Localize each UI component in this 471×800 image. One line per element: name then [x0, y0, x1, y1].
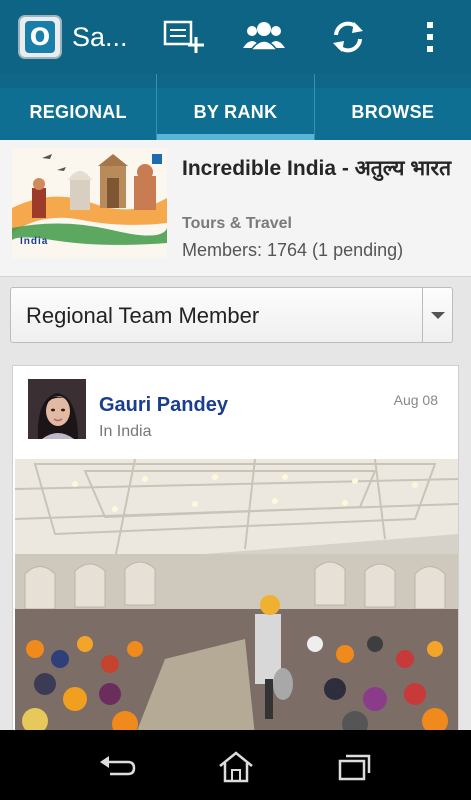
tab-regional[interactable]: REGIONAL [0, 74, 156, 140]
group-header[interactable]: India Incredible India - अतुल्य भारत Tou… [0, 140, 471, 277]
chevron-down-icon[interactable] [422, 288, 452, 342]
group-members-count: Members: 1764 (1 pending) [182, 240, 404, 260]
add-photo-icon[interactable] [160, 14, 208, 60]
rank-filter-dropdown[interactable]: Regional Team Member [10, 287, 453, 343]
post-author[interactable]: Gauri Pandey [99, 394, 228, 417]
tab-label: REGIONAL [29, 101, 127, 122]
home-icon[interactable] [211, 750, 261, 784]
avatar[interactable] [28, 379, 86, 439]
tab-label: BROWSE [351, 101, 435, 122]
post-card[interactable]: Gauri Pandey In India Aug 08 [12, 365, 459, 736]
action-bar: O Sa... [0, 0, 471, 74]
app-logo-icon[interactable]: O [18, 15, 62, 59]
tab-by-rank[interactable]: BY RANK [156, 74, 314, 140]
tab-browse[interactable]: BROWSE [313, 74, 471, 140]
post-location: In India [99, 423, 152, 440]
dropdown-selected-value: Regional Team Member [26, 303, 260, 328]
group-category: Tours & Travel [182, 215, 292, 232]
tab-label: BY RANK [193, 101, 278, 122]
app-logo-letter: O [25, 21, 55, 53]
community-icon[interactable] [240, 14, 288, 60]
system-navigation-bar [0, 730, 471, 800]
post-photo[interactable] [15, 459, 458, 736]
overflow-menu-icon[interactable] [406, 14, 454, 60]
group-thumbnail[interactable]: India [12, 148, 167, 258]
back-icon[interactable] [93, 750, 143, 784]
app-title[interactable]: Sa... [72, 22, 142, 53]
tab-bar: REGIONAL BY RANK BROWSE [0, 74, 471, 140]
refresh-icon[interactable] [324, 14, 372, 60]
group-name: Incredible India - अतुल्य भारत [182, 157, 452, 180]
group-thumbnail-caption: India [20, 236, 49, 247]
post-date: Aug 08 [393, 392, 438, 408]
recent-apps-icon[interactable] [329, 750, 379, 784]
